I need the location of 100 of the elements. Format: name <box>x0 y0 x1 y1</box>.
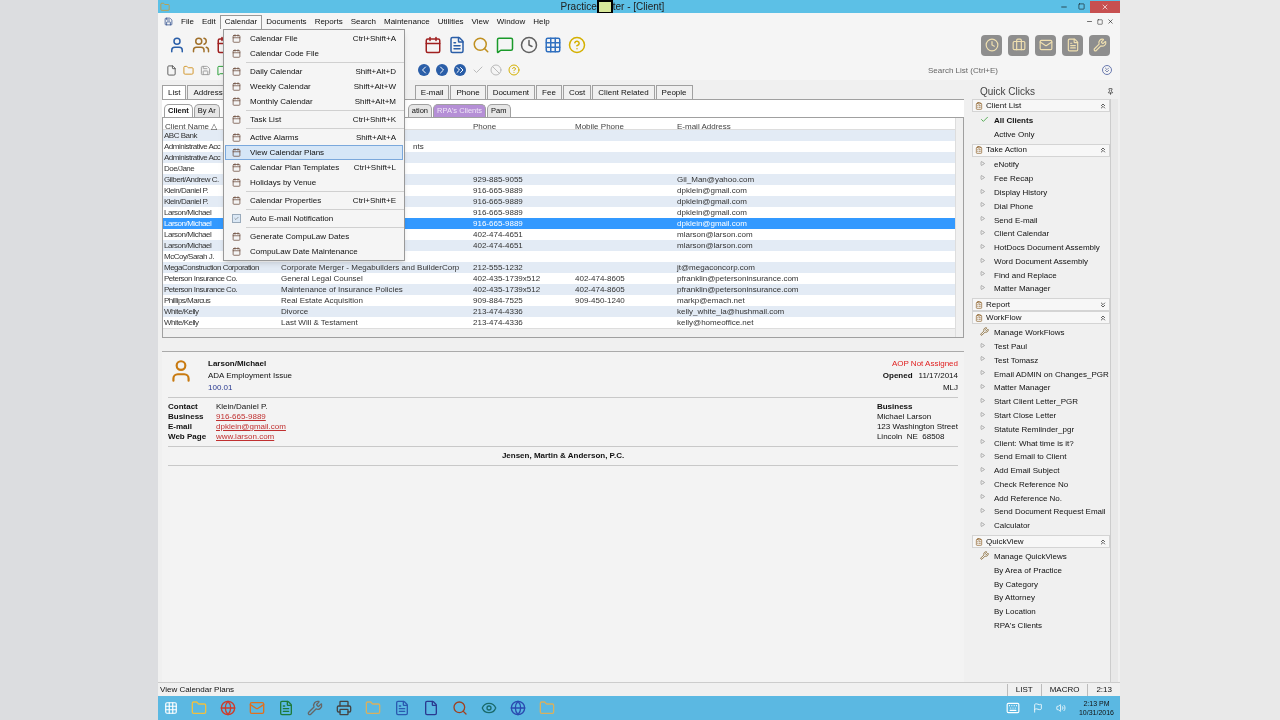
menu-item[interactable]: Reports <box>310 14 347 29</box>
menu-item[interactable]: Calendar Code File <box>225 46 403 61</box>
quick-click-item[interactable]: Fee Recap <box>994 172 1034 187</box>
section-header[interactable]: WorkFlow <box>972 311 1110 325</box>
quick-click-item[interactable]: Check Reference No <box>994 477 1069 492</box>
cancel-icon[interactable] <box>490 64 502 76</box>
menu-item[interactable]: Daily Calendar Shift+Alt+D <box>225 64 403 79</box>
quick-click-item[interactable]: Matter Manager <box>994 381 1051 396</box>
table-row[interactable]: Peterson Insurance Co. Maintenance of Insurance Policies 402-435-1739x512 402-474-8605 pfranklin@petersoninsurance.com <box>163 284 955 295</box>
menu-item[interactable]: File <box>177 14 198 29</box>
table-row[interactable]: MegaConstruction Corporation Corporate Merger - Megabuilders and BuilderCorp 212-555-1232 jt@megaconcorp.com <box>163 262 955 273</box>
save-icon[interactable] <box>200 64 211 76</box>
column-header[interactable]: Phone <box>473 121 497 131</box>
table-row[interactable]: White/Kelly Divorce 213-474-4336 kelly_white_la@hushmail.com <box>163 306 955 317</box>
tab[interactable]: Cost <box>562 85 592 99</box>
quick-click-item[interactable]: Statute Remiinder_pgr <box>994 422 1075 437</box>
safe-icon[interactable] <box>1008 34 1029 56</box>
tab[interactable]: People <box>655 85 693 99</box>
quick-click-item[interactable]: Email ADMIN on Changes_PGR <box>994 367 1109 382</box>
tab[interactable]: Document <box>486 85 536 99</box>
menu-item[interactable]: Help <box>529 14 554 29</box>
collapse-icon[interactable] <box>1099 146 1107 155</box>
quick-click-item[interactable]: Matter Manager <box>994 282 1051 297</box>
grid-icon[interactable] <box>544 36 562 54</box>
quick-click-item[interactable]: Calculator <box>994 519 1030 534</box>
quick-click-item[interactable]: Client Calendar <box>994 227 1050 242</box>
chat-icon[interactable] <box>496 36 514 54</box>
vertical-scrollbar[interactable] <box>1110 99 1118 682</box>
last-icon[interactable] <box>454 64 466 76</box>
expand-icon[interactable] <box>1099 300 1107 309</box>
menu-item[interactable]: Search <box>346 14 380 29</box>
calendar-icon[interactable] <box>424 36 442 54</box>
column-header[interactable]: Client Name △ <box>165 121 218 131</box>
menu-item[interactable]: View Calendar Plans <box>225 145 403 160</box>
quick-click-item[interactable]: HotDocs Document Assembly <box>994 241 1100 256</box>
quick-click-item[interactable]: Send E-mail <box>994 213 1038 228</box>
quick-click-item[interactable]: Client: What time is it? <box>994 436 1074 451</box>
people-icon[interactable] <box>192 36 210 54</box>
menu-item[interactable]: Calendar Properties Ctrl+Shift+E <box>225 193 403 208</box>
clock-icon[interactable] <box>520 36 538 54</box>
folder-icon[interactable] <box>183 64 194 76</box>
quick-click-item[interactable]: Display History <box>994 186 1048 200</box>
quick-click-item[interactable]: Find and Replace <box>994 268 1057 283</box>
quick-click-item[interactable]: Add Email Subject <box>994 464 1060 478</box>
quick-click-item[interactable]: Active Only <box>994 127 1035 142</box>
pin-icon[interactable] <box>1107 87 1114 95</box>
collapse-icon[interactable] <box>1099 313 1107 322</box>
minimize-icon[interactable] <box>1086 18 1093 25</box>
close-button[interactable] <box>1090 0 1120 13</box>
tab[interactable]: Client Related <box>592 85 655 99</box>
link[interactable]: www.larson.com <box>216 432 275 442</box>
menu-item[interactable]: Calendar <box>219 14 263 29</box>
quick-click-item[interactable]: Manage QuickViews <box>994 550 1067 564</box>
close-icon[interactable] <box>1107 18 1114 25</box>
collapse-icon[interactable] <box>1099 537 1107 546</box>
quick-click-item[interactable]: Word Document Assembly <box>994 255 1089 269</box>
quick-click-item[interactable]: Test Paul <box>994 340 1027 354</box>
menu-item[interactable]: Task List Ctrl+Shift+K <box>225 112 403 127</box>
quick-click-item[interactable]: RPA's Clients <box>994 619 1043 633</box>
quick-click-item[interactable]: Manage WorkFlows <box>994 326 1065 341</box>
quick-click-item[interactable]: By Area of Practice <box>994 563 1063 578</box>
tools-icon[interactable] <box>307 700 323 716</box>
tab[interactable]: Phone <box>450 85 486 99</box>
link[interactable]: dpklein@gmail.com <box>216 422 286 432</box>
restore-icon[interactable] <box>1097 18 1103 25</box>
search-icon[interactable] <box>452 700 468 716</box>
newspaper-icon[interactable] <box>1062 34 1083 56</box>
link[interactable]: 916-665-9889 <box>216 412 266 422</box>
search-icon[interactable] <box>472 36 490 54</box>
start-icon[interactable] <box>164 701 178 715</box>
menu-item[interactable]: View <box>467 14 493 29</box>
quick-click-item[interactable]: Start Client Letter_PGR <box>994 395 1079 410</box>
keyboard-icon[interactable] <box>1005 701 1020 715</box>
check-icon[interactable] <box>472 64 484 76</box>
back-icon[interactable] <box>418 64 430 76</box>
forward-icon[interactable] <box>436 64 448 76</box>
vertical-scrollbar[interactable] <box>955 118 963 337</box>
tab[interactable]: E-mail <box>414 85 450 99</box>
help-icon[interactable] <box>568 36 586 54</box>
tab[interactable]: List <box>162 85 187 99</box>
person-icon[interactable] <box>168 36 186 54</box>
column-header[interactable]: Mobile Phone <box>575 121 624 131</box>
browser-icon[interactable] <box>220 700 236 716</box>
collapse-icon[interactable] <box>1099 101 1107 110</box>
quick-click-item[interactable]: Dial Phone <box>994 199 1034 214</box>
menu-item[interactable]: Edit <box>197 14 220 29</box>
menu-item[interactable]: Utilities <box>433 14 468 29</box>
quick-click-item[interactable]: Send Email to Client <box>994 450 1067 465</box>
printer-icon[interactable] <box>336 700 352 716</box>
new-file-icon[interactable] <box>166 64 177 76</box>
quick-click-item[interactable]: eNotify <box>994 158 1019 173</box>
quick-click-item[interactable]: Test Tomasz <box>994 353 1039 368</box>
quick-click-item[interactable]: By Location <box>994 605 1036 619</box>
word-icon[interactable] <box>394 700 410 716</box>
quick-click-item[interactable]: All Clients <box>994 114 1034 128</box>
menu-item[interactable]: Documents <box>262 14 311 29</box>
horizontal-scrollbar[interactable] <box>163 328 955 337</box>
menu-item[interactable]: Calendar Plan Templates Ctrl+Shift+L <box>225 160 403 175</box>
envelopes-icon[interactable] <box>1035 34 1056 56</box>
quick-click-item[interactable]: Add Reference No. <box>994 491 1063 506</box>
